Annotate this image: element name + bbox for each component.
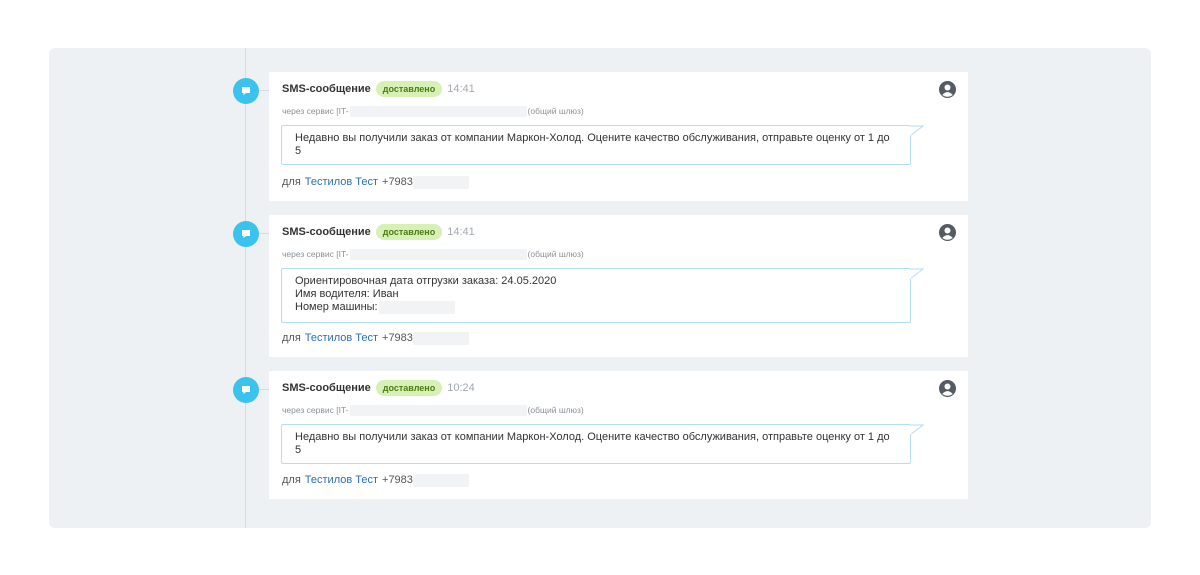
- message-line: 5: [295, 145, 302, 157]
- recipient-prefix: для: [282, 474, 301, 486]
- message-card: SMS-сообщение доставлено 14:41 через сер…: [269, 72, 968, 201]
- redacted-service-name: [349, 404, 527, 416]
- message-text: Ориентировочная дата отгрузки заказа: 24…: [295, 275, 897, 314]
- message-line: Имя водителя: Иван: [295, 288, 399, 300]
- message-text: Недавно вы получили заказ от компании Ма…: [295, 431, 897, 457]
- message-card: SMS-сообщение доставлено 14:41 через сер…: [269, 215, 968, 357]
- timeline-line: [245, 48, 246, 528]
- redacted-service-name: [349, 105, 527, 117]
- message-header: SMS-сообщение доставлено 14:41: [282, 223, 475, 241]
- message-bubble: Недавно вы получили заказ от компании Ма…: [281, 125, 924, 165]
- message-line: Недавно вы получили заказ от компании Ма…: [295, 132, 890, 144]
- timeline-connector: [259, 389, 269, 390]
- service-info: через сервис [IT- (общий шлюз): [282, 104, 584, 118]
- bubble-tail: [910, 125, 924, 137]
- status-badge: доставлено: [375, 81, 443, 97]
- service-prefix: через сервис [IT-: [282, 405, 349, 415]
- recipient-phone: +7983: [382, 176, 413, 188]
- timeline-connector: [259, 233, 269, 234]
- bubble-tail: [910, 268, 924, 280]
- user-avatar-icon[interactable]: [939, 224, 956, 241]
- recipient-link[interactable]: Тестилов Тест: [305, 474, 378, 486]
- recipient-prefix: для: [282, 176, 301, 188]
- message-time: 10:24: [447, 382, 475, 394]
- message-header: SMS-сообщение доставлено 10:24: [282, 379, 475, 397]
- message-type: SMS-сообщение: [282, 83, 371, 95]
- recipient-line: для Тестилов Тест +7983: [282, 473, 469, 487]
- vehicle-number-label: Номер машины:: [295, 301, 378, 313]
- bubble-tail: [910, 424, 924, 436]
- user-avatar-icon[interactable]: [939, 81, 956, 98]
- service-suffix: (общий шлюз): [527, 249, 584, 259]
- redacted-phone: [412, 331, 469, 345]
- service-info: через сервис [IT- (общий шлюз): [282, 403, 584, 417]
- message-card: SMS-сообщение доставлено 10:24 через сер…: [269, 371, 968, 499]
- recipient-prefix: для: [282, 332, 301, 344]
- message-line: Ориентировочная дата отгрузки заказа: 24…: [295, 275, 557, 287]
- recipient-phone: +7983: [382, 474, 413, 486]
- message-line: Недавно вы получили заказ от компании Ма…: [295, 431, 890, 443]
- service-prefix: через сервис [IT-: [282, 249, 349, 259]
- recipient-link[interactable]: Тестилов Тест: [305, 332, 378, 344]
- message-line: Номер машины:: [295, 301, 897, 314]
- message-time: 14:41: [447, 226, 475, 238]
- redacted-service-name: [349, 248, 527, 260]
- user-avatar-icon[interactable]: [939, 380, 956, 397]
- service-suffix: (общий шлюз): [527, 405, 584, 415]
- timeline-connector: [259, 90, 269, 91]
- message-type: SMS-сообщение: [282, 382, 371, 394]
- message-bubble: Ориентировочная дата отгрузки заказа: 24…: [281, 268, 924, 323]
- recipient-phone: +7983: [382, 332, 413, 344]
- status-badge: доставлено: [375, 224, 443, 240]
- redacted-vehicle-number: [378, 301, 455, 314]
- redacted-phone: [412, 175, 469, 189]
- service-info: через сервис [IT- (общий шлюз): [282, 247, 584, 261]
- recipient-link[interactable]: Тестилов Тест: [305, 176, 378, 188]
- recipient-line: для Тестилов Тест +7983: [282, 331, 469, 345]
- chat-bubble-icon: [233, 221, 259, 247]
- service-suffix: (общий шлюз): [527, 106, 584, 116]
- message-type: SMS-сообщение: [282, 226, 371, 238]
- service-prefix: через сервис [IT-: [282, 106, 349, 116]
- recipient-line: для Тестилов Тест +7983: [282, 175, 469, 189]
- message-time: 14:41: [447, 83, 475, 95]
- message-header: SMS-сообщение доставлено 14:41: [282, 80, 475, 98]
- status-badge: доставлено: [375, 380, 443, 396]
- message-line: 5: [295, 444, 302, 456]
- chat-bubble-icon: [233, 377, 259, 403]
- message-bubble: Недавно вы получили заказ от компании Ма…: [281, 424, 924, 464]
- chat-bubble-icon: [233, 78, 259, 104]
- redacted-phone: [412, 473, 469, 487]
- message-text: Недавно вы получили заказ от компании Ма…: [295, 132, 897, 158]
